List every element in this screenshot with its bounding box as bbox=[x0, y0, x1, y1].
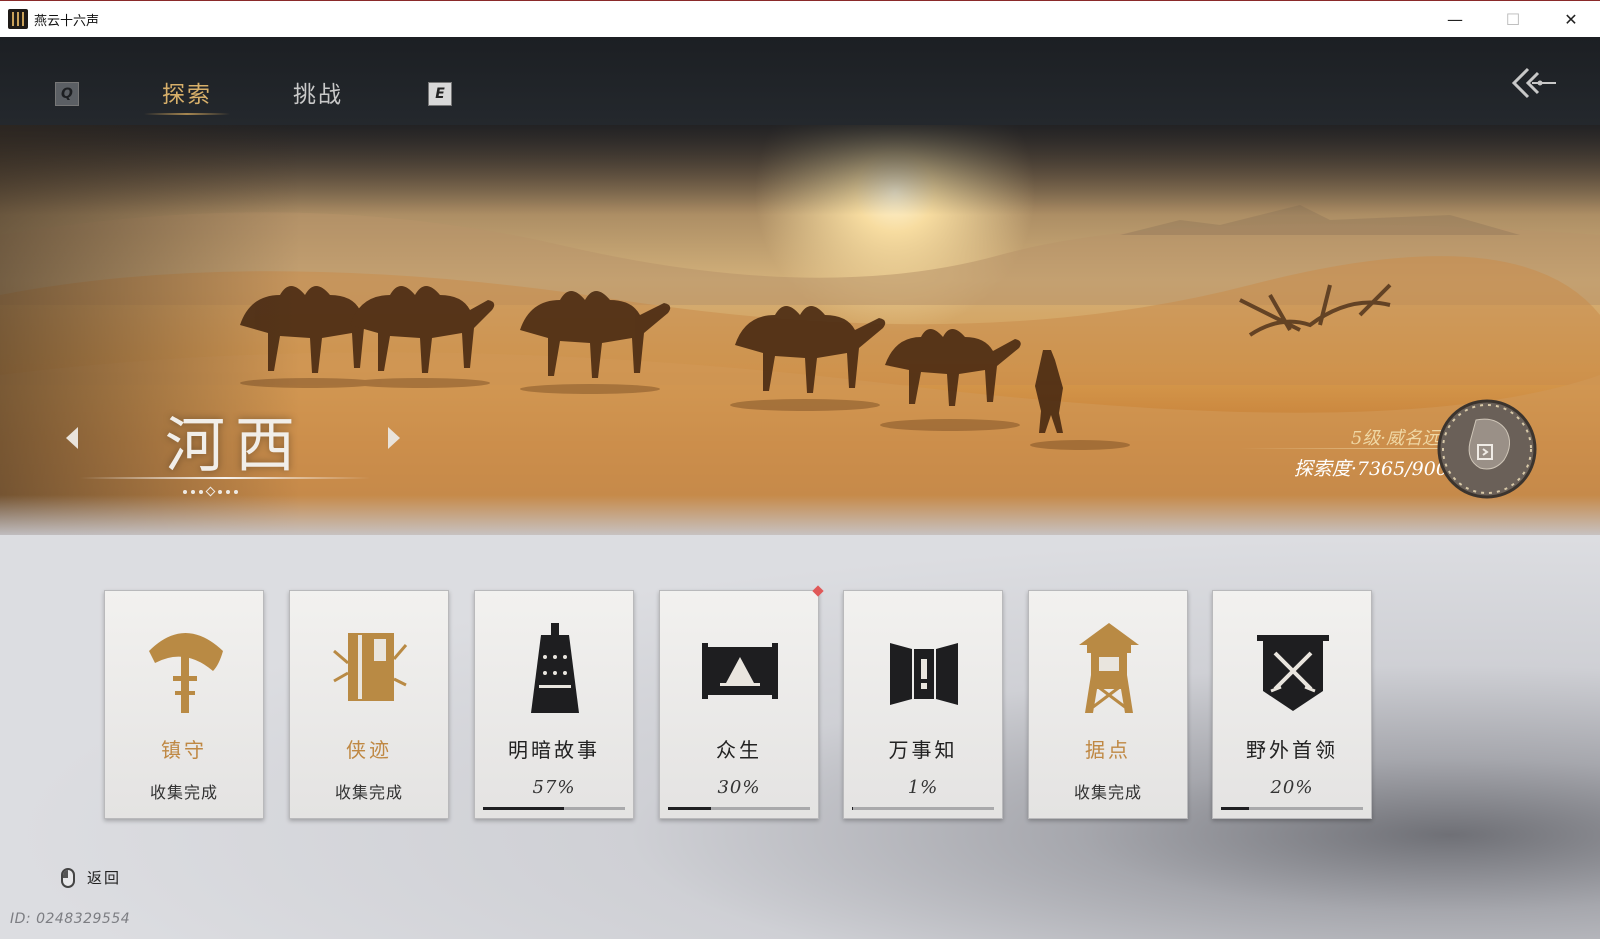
card-all-beings[interactable]: 众生 30% bbox=[659, 585, 824, 819]
progress-bar bbox=[483, 807, 625, 810]
minimize-icon: — bbox=[1447, 10, 1463, 29]
progress-fill bbox=[483, 807, 564, 810]
app-logo-icon bbox=[8, 9, 28, 29]
card-title: 侠迹 bbox=[346, 738, 392, 762]
region-underline bbox=[80, 477, 370, 479]
card-title: 据点 bbox=[1085, 738, 1131, 762]
card-light-dark-stories[interactable]: 明暗故事 57% bbox=[474, 590, 634, 819]
progress-bar bbox=[852, 807, 994, 810]
card-wild-boss[interactable]: 野外首领 20% bbox=[1212, 590, 1372, 819]
card-title: 万事知 bbox=[888, 738, 958, 762]
maximize-button[interactable]: ☐ bbox=[1484, 1, 1542, 38]
card-guard[interactable]: 镇守 收集完成 bbox=[104, 590, 264, 819]
region-map-medal-icon[interactable] bbox=[1436, 398, 1538, 500]
key-hint-q[interactable]: Q bbox=[55, 82, 79, 106]
progress-fill bbox=[852, 807, 854, 810]
region-name: 河西 bbox=[165, 411, 305, 481]
card-progress-text: 1% bbox=[907, 777, 939, 798]
crossed-swords-banner-icon bbox=[1257, 635, 1329, 711]
progress-bar bbox=[1221, 807, 1363, 810]
progress-fill bbox=[668, 807, 711, 810]
progress-fill bbox=[1221, 807, 1250, 810]
bamboo-hat-icon bbox=[149, 633, 223, 713]
page-dot bbox=[218, 489, 222, 494]
tab-challenge[interactable]: 挑战 bbox=[293, 75, 343, 109]
page-dot bbox=[183, 489, 187, 494]
folding-screen-icon bbox=[890, 643, 958, 705]
page-dot bbox=[191, 489, 195, 494]
page-dot-active bbox=[205, 486, 216, 497]
level-divider bbox=[1240, 448, 1450, 449]
window-controls: — ☐ ✕ bbox=[1426, 1, 1600, 38]
maximize-icon: ☐ bbox=[1505, 10, 1521, 29]
bell-icon bbox=[531, 623, 579, 713]
tab-explore[interactable]: 探索 bbox=[144, 75, 230, 115]
minimize-button[interactable]: — bbox=[1426, 1, 1484, 38]
card-stronghold[interactable]: 据点 收集完成 bbox=[1028, 590, 1188, 819]
book-icon bbox=[333, 633, 408, 701]
card-progress-text: 57% bbox=[532, 777, 576, 798]
page-dot bbox=[234, 489, 238, 494]
card-chivalry-traces[interactable]: 侠迹 收集完成 bbox=[289, 590, 449, 819]
card-title: 野外首领 bbox=[1246, 738, 1338, 762]
card-status: 收集完成 bbox=[1073, 783, 1142, 802]
card-status: 收集完成 bbox=[149, 783, 218, 802]
game-header: Q 探索 挑战 E bbox=[0, 37, 1600, 125]
region-page-dots bbox=[183, 486, 238, 497]
card-know-all[interactable]: 万事知 1% bbox=[843, 590, 1003, 819]
back-arrow-icon[interactable] bbox=[1510, 65, 1558, 101]
page-dot bbox=[199, 489, 203, 494]
user-id: ID: 0248329554 bbox=[10, 911, 131, 927]
progress-bar bbox=[668, 807, 810, 810]
close-icon: ✕ bbox=[1564, 10, 1578, 29]
card-status: 收集完成 bbox=[334, 783, 403, 802]
card-progress-text: 20% bbox=[1270, 777, 1314, 798]
card-title: 众生 bbox=[716, 738, 762, 762]
watchtower-icon bbox=[1079, 623, 1139, 713]
card-title: 镇守 bbox=[161, 738, 207, 762]
scroll-painting-icon bbox=[702, 643, 778, 699]
prev-region-arrow-icon[interactable] bbox=[66, 427, 78, 449]
banner-bottom-fade bbox=[0, 495, 1600, 535]
window-title: 燕云十六声 bbox=[34, 13, 100, 29]
key-hint-e[interactable]: E bbox=[428, 82, 452, 106]
page-dot bbox=[226, 489, 230, 494]
window-titlebar: 燕云十六声 — ☐ ✕ bbox=[0, 0, 1600, 37]
return-label: 返回 bbox=[87, 869, 122, 887]
return-button[interactable]: 返回 bbox=[61, 867, 121, 888]
close-button[interactable]: ✕ bbox=[1542, 1, 1600, 38]
region-banner: 河西 5级·威名远扬 探索度·7365/9000 bbox=[0, 125, 1600, 535]
next-region-arrow-icon[interactable] bbox=[388, 427, 400, 449]
card-title: 明暗故事 bbox=[508, 738, 600, 762]
mouse-right-click-icon bbox=[61, 867, 75, 888]
card-progress-text: 30% bbox=[717, 777, 761, 798]
